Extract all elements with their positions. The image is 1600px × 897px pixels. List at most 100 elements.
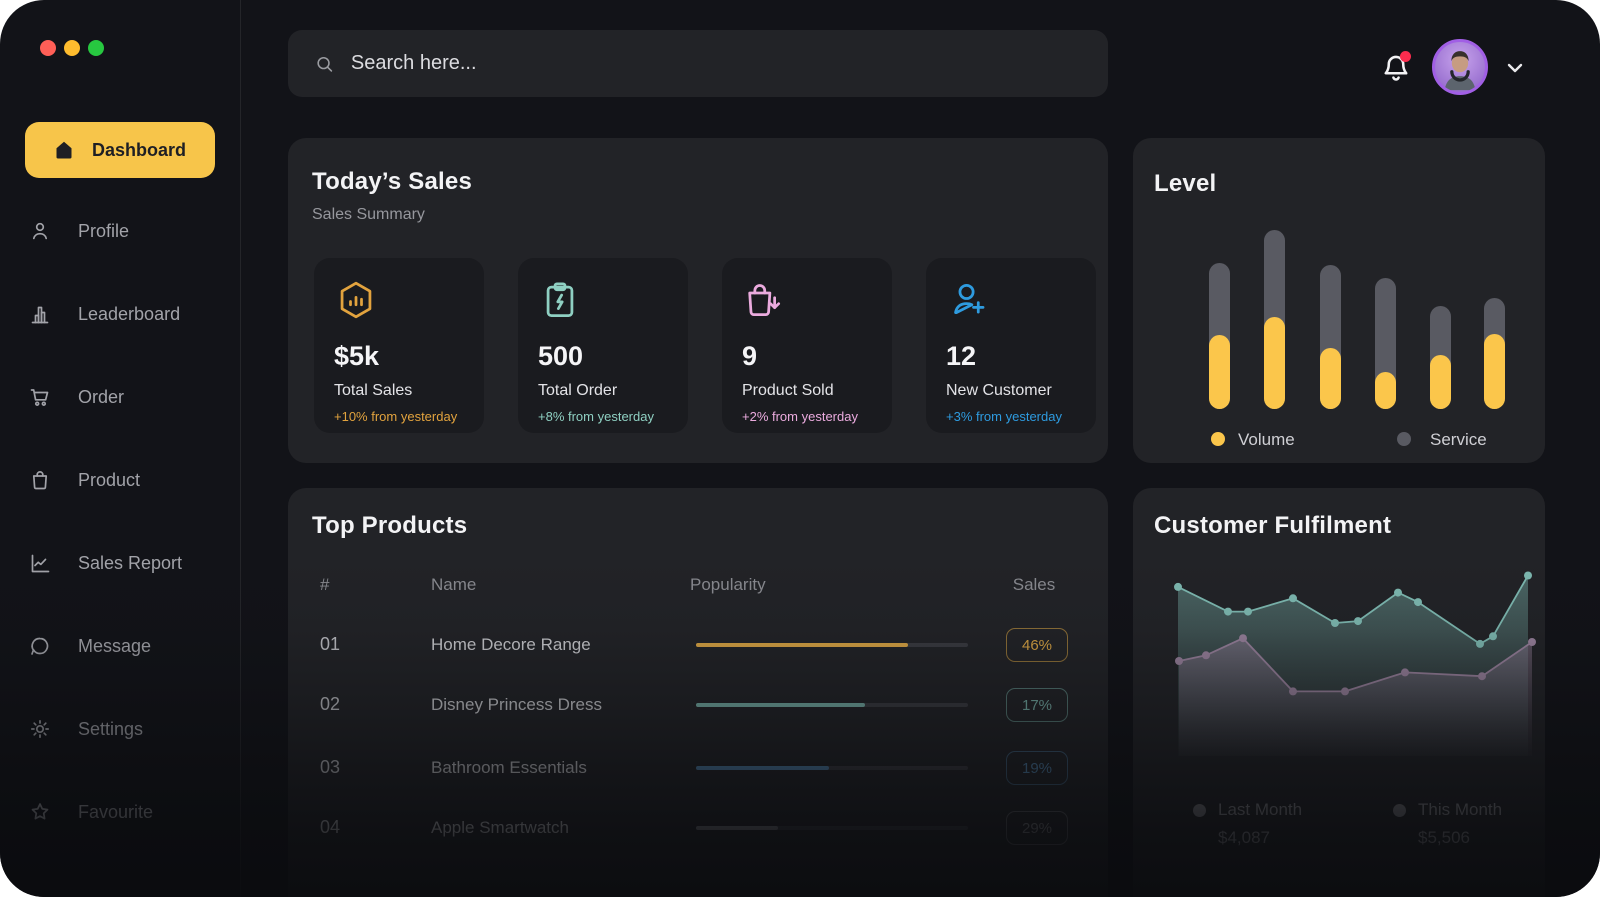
close-window-dot[interactable] bbox=[40, 40, 56, 56]
window-controls bbox=[40, 40, 104, 56]
row-number: 01 bbox=[320, 634, 340, 655]
user-plus-icon bbox=[946, 309, 990, 326]
avatar-image bbox=[1435, 42, 1485, 92]
sidebar-item-label: Favourite bbox=[78, 802, 153, 823]
product-name: Disney Princess Dress bbox=[431, 695, 602, 715]
sales-badge: 46% bbox=[1006, 628, 1068, 662]
top-products-title: Top Products bbox=[312, 512, 467, 540]
bar-chart-icon bbox=[28, 302, 52, 326]
clipboard-bolt-icon bbox=[538, 309, 582, 326]
volume-legend-label: Volume bbox=[1238, 430, 1295, 450]
chat-icon bbox=[28, 634, 52, 658]
stat-label: New Customer bbox=[946, 382, 1076, 400]
stat-card-total-sales[interactable]: $5k Total Sales +10% from yesterday bbox=[314, 258, 484, 433]
legend-this-month: This Month $5,506 bbox=[1393, 800, 1502, 848]
service-legend-label: Service bbox=[1430, 430, 1487, 450]
popularity-bar bbox=[696, 643, 968, 647]
product-name: Bathroom Essentials bbox=[431, 758, 587, 778]
sidebar-item-product[interactable]: Product bbox=[28, 468, 140, 492]
product-name: Apple Smartwatch bbox=[431, 818, 569, 838]
sidebar-item-order[interactable]: Order bbox=[28, 385, 124, 409]
stat-delta: +3% from yesterday bbox=[946, 409, 1076, 424]
chevron-down-icon[interactable] bbox=[1503, 56, 1527, 80]
sidebar-item-settings[interactable]: Settings bbox=[28, 717, 143, 741]
row-number: 02 bbox=[320, 694, 340, 715]
sidebar-item-label: Order bbox=[78, 387, 124, 408]
sidebar-item-label: Product bbox=[78, 470, 140, 491]
top-products-card: Top Products # Name Popularity Sales 01 … bbox=[288, 488, 1108, 897]
volume-legend-dot bbox=[1211, 432, 1225, 446]
bag-arrow-down-icon bbox=[742, 309, 786, 326]
sidebar-item-dashboard[interactable]: Dashboard bbox=[25, 122, 215, 178]
last-month-legend-dot bbox=[1193, 804, 1206, 817]
stat-delta: +10% from yesterday bbox=[334, 409, 464, 424]
home-icon bbox=[52, 138, 76, 162]
stat-delta: +8% from yesterday bbox=[538, 409, 668, 424]
sidebar-item-label: Dashboard bbox=[92, 140, 186, 161]
legend-last-month: Last Month $4,087 bbox=[1193, 800, 1302, 848]
last-month-value: $4,087 bbox=[1218, 828, 1302, 848]
sales-badge: 19% bbox=[1006, 751, 1068, 785]
sidebar-item-label: Settings bbox=[78, 719, 143, 740]
last-month-legend-label: Last Month bbox=[1218, 800, 1302, 820]
stat-value: 9 bbox=[742, 341, 872, 372]
star-icon bbox=[28, 800, 52, 824]
column-header-name: Name bbox=[431, 575, 476, 595]
sidebar: Dashboard Profile Leaderboard Order Prod bbox=[0, 0, 241, 897]
sidebar-item-favourite[interactable]: Favourite bbox=[28, 800, 153, 824]
sidebar-item-label: Leaderboard bbox=[78, 304, 180, 325]
todays-sales-card: Today’s Sales Sales Summary $5k Total Sa… bbox=[288, 138, 1108, 463]
user-icon bbox=[28, 219, 52, 243]
popularity-bar bbox=[696, 703, 968, 707]
sales-badge: 29% bbox=[1006, 811, 1068, 845]
notification-bell-icon[interactable] bbox=[1379, 51, 1413, 85]
sidebar-item-label: Sales Report bbox=[78, 553, 182, 574]
stat-label: Product Sold bbox=[742, 382, 872, 400]
search-bar bbox=[288, 30, 1108, 97]
stat-delta: +2% from yesterday bbox=[742, 409, 872, 424]
row-number: 04 bbox=[320, 817, 340, 838]
sales-badge: 17% bbox=[1006, 688, 1068, 722]
stat-card-product-sold[interactable]: 9 Product Sold +2% from yesterday bbox=[722, 258, 892, 433]
column-header-sales: Sales bbox=[1006, 575, 1062, 595]
sidebar-item-profile[interactable]: Profile bbox=[28, 219, 129, 243]
stat-value: $5k bbox=[334, 341, 464, 372]
hexagon-chart-icon bbox=[334, 309, 378, 326]
row-number: 03 bbox=[320, 757, 340, 778]
column-header-number: # bbox=[320, 575, 329, 595]
sidebar-item-label: Profile bbox=[78, 221, 129, 242]
stat-value: 500 bbox=[538, 341, 668, 372]
notification-badge bbox=[1400, 51, 1411, 62]
maximize-window-dot[interactable] bbox=[88, 40, 104, 56]
user-avatar[interactable] bbox=[1432, 39, 1488, 95]
sidebar-item-message[interactable]: Message bbox=[28, 634, 151, 658]
dashboard-window: Dashboard Profile Leaderboard Order Prod bbox=[0, 0, 1600, 897]
fulfilment-area-chart bbox=[1171, 566, 1541, 756]
level-card: Level Volume Service bbox=[1133, 138, 1545, 463]
bag-icon bbox=[28, 468, 52, 492]
stat-card-total-order[interactable]: 500 Total Order +8% from yesterday bbox=[518, 258, 688, 433]
popularity-bar bbox=[696, 826, 968, 830]
gear-icon bbox=[28, 717, 52, 741]
service-legend-dot bbox=[1397, 432, 1411, 446]
search-input[interactable] bbox=[349, 51, 1082, 76]
stat-label: Total Order bbox=[538, 382, 668, 400]
product-name: Home Decore Range bbox=[431, 635, 591, 655]
customer-fulfilment-title: Customer Fulfilment bbox=[1154, 512, 1391, 540]
sidebar-item-label: Message bbox=[78, 636, 151, 657]
level-bar-chart bbox=[1133, 138, 1545, 463]
stat-card-new-customer[interactable]: 12 New Customer +3% from yesterday bbox=[926, 258, 1096, 433]
sidebar-item-sales-report[interactable]: Sales Report bbox=[28, 551, 182, 575]
todays-sales-title: Today’s Sales bbox=[312, 168, 472, 196]
customer-fulfilment-card: Customer Fulfilment Last Month $4,087 Th… bbox=[1133, 488, 1545, 897]
search-icon bbox=[314, 53, 335, 75]
todays-sales-subtitle: Sales Summary bbox=[312, 206, 425, 224]
minimize-window-dot[interactable] bbox=[64, 40, 80, 56]
stat-label: Total Sales bbox=[334, 382, 464, 400]
stat-value: 12 bbox=[946, 341, 1076, 372]
column-header-popularity: Popularity bbox=[690, 575, 766, 595]
this-month-legend-label: This Month bbox=[1418, 800, 1502, 820]
sidebar-item-leaderboard[interactable]: Leaderboard bbox=[28, 302, 180, 326]
cart-icon bbox=[28, 385, 52, 409]
popularity-bar bbox=[696, 766, 968, 770]
